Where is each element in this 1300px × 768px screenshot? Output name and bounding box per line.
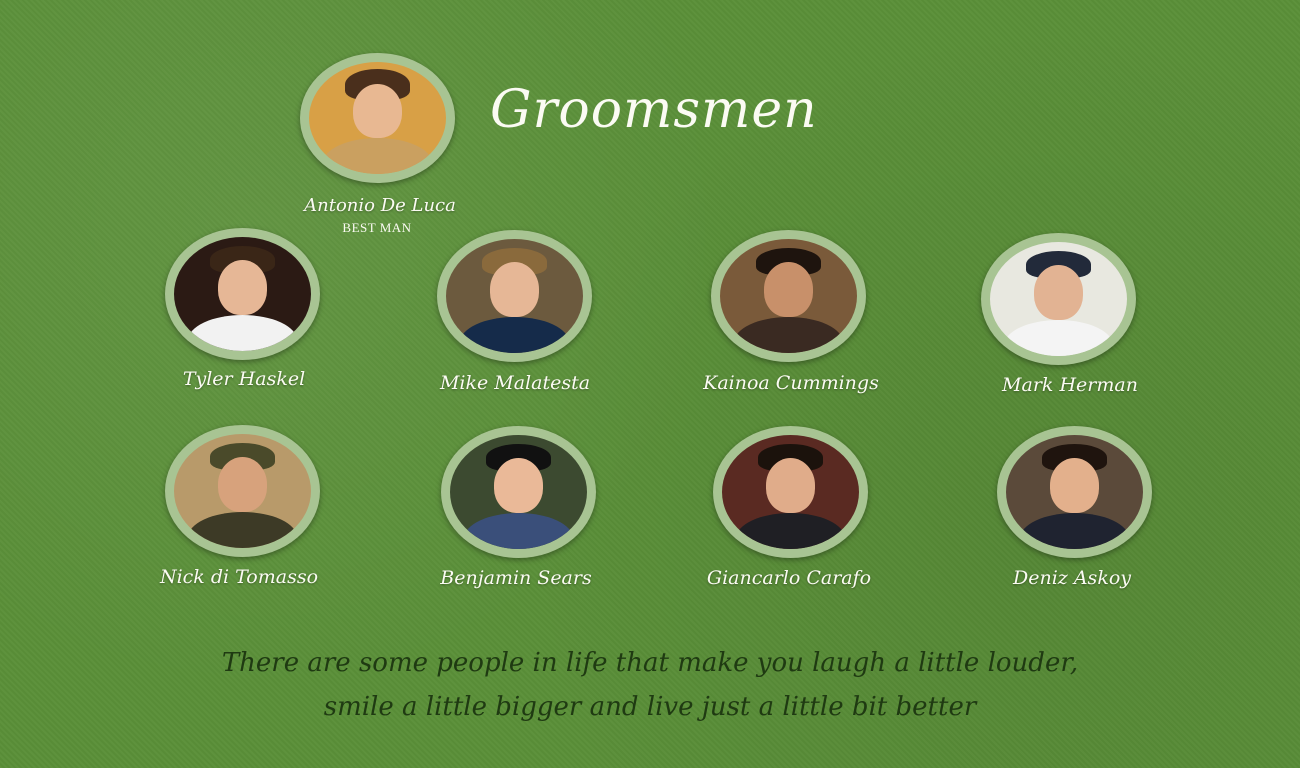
best-man-photo bbox=[300, 53, 455, 183]
groomsman-name: Tyler Haskel bbox=[182, 368, 306, 390]
best-man-role: BEST MAN bbox=[342, 220, 412, 235]
groomsman-name: Giancarlo Carafo bbox=[706, 567, 872, 589]
groomsman-photo bbox=[165, 425, 320, 557]
groomsman-name: Mike Malatesta bbox=[439, 372, 591, 394]
quote-line-1: There are some people in life that make … bbox=[221, 648, 1079, 678]
groomsman-photo bbox=[437, 230, 592, 362]
groomsman-photo bbox=[441, 426, 596, 558]
groomsman-photo bbox=[981, 233, 1136, 365]
groomsman-photo bbox=[711, 230, 866, 362]
groomsman-photo bbox=[997, 426, 1152, 558]
groomsman-name: Deniz Askoy bbox=[1013, 567, 1131, 589]
groomsman-name: Mark Herman bbox=[1002, 374, 1138, 396]
groomsman-name: Benjamin Sears bbox=[440, 567, 592, 589]
page-title: Groomsmen bbox=[490, 80, 818, 140]
groomsman-name: Nick di Tomasso bbox=[159, 566, 319, 588]
best-man-name: Antonio De Luca bbox=[304, 195, 456, 216]
groomsman-photo bbox=[713, 426, 868, 558]
groomsman-photo bbox=[165, 228, 320, 360]
groomsman-name: Kainoa Cummings bbox=[703, 372, 879, 394]
quote-line-2: smile a little bigger and live just a li… bbox=[323, 692, 977, 722]
